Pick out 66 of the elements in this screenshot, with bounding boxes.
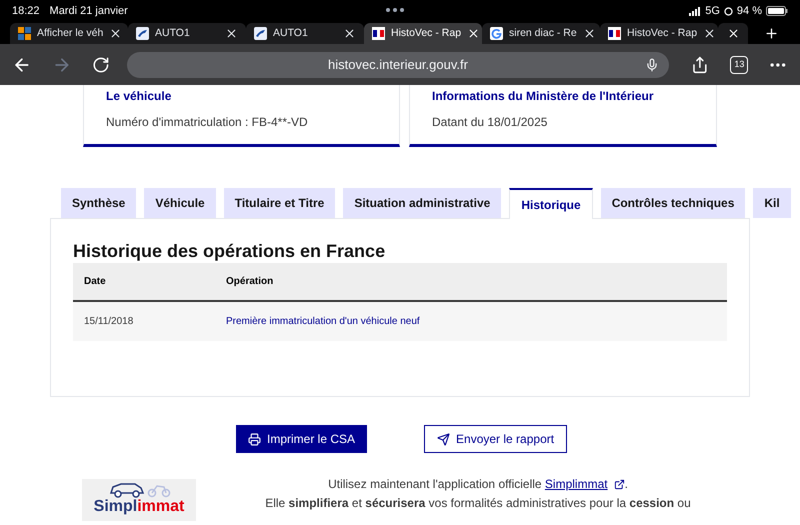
- tab[interactable]: Véhicule: [144, 188, 216, 218]
- browser-tab[interactable]: siren diac - Re: [482, 23, 600, 44]
- promo-text: Elle simplifiera et sécurisera vos formalités administratives pour la cession ou: [265, 495, 691, 512]
- section-heading: Historique des opérations en France: [73, 240, 386, 263]
- signal-icon: [689, 6, 702, 16]
- browser-tab[interactable]: AUTO1: [128, 23, 246, 44]
- address-field[interactable]: histovec.interieur.gouv.fr: [127, 52, 669, 78]
- swoosh-logo-icon: [254, 27, 267, 40]
- simplimmat-link[interactable]: Simplimmat: [544, 475, 625, 494]
- print-button[interactable]: Imprimer le CSA: [236, 425, 368, 453]
- column-header: Date: [83, 275, 107, 289]
- tab[interactable]: Kil: [753, 188, 791, 218]
- table-cell-text: 15/11/2018: [83, 315, 134, 329]
- external-link-icon: [614, 479, 625, 490]
- close-icon[interactable]: [225, 27, 238, 40]
- stacked-tabs-edge[interactable]: [718, 23, 748, 44]
- browser-tab[interactable]: AUTO1: [246, 23, 364, 44]
- table-cell-text: Première immatriculation d'un véhicule neuf: [226, 315, 420, 329]
- close-icon[interactable]: [582, 27, 596, 40]
- more-dots-icon: [386, 8, 404, 12]
- flag-icon: [608, 27, 621, 40]
- tab[interactable]: Titulaire et Titre: [224, 188, 336, 218]
- network-label: 5G: [705, 4, 720, 19]
- status-time: 18:22: [12, 4, 40, 19]
- logo-text: Simplimmat: [94, 498, 184, 516]
- card-text: Datant du 18/01/2025: [432, 114, 548, 131]
- url-text: histovec.interieur.gouv.fr: [328, 56, 468, 74]
- column-header: Opération: [226, 275, 274, 289]
- lock-rotation-icon: [724, 6, 733, 16]
- card-title: Informations du Ministère de l'Intérieur: [432, 88, 655, 105]
- tab[interactable]: Historique: [509, 188, 593, 219]
- squares-logo-icon: [18, 27, 31, 40]
- status-date: Mardi 21 janvier: [50, 4, 128, 19]
- swoosh-logo-icon: [136, 27, 149, 40]
- tab-title: siren diac - Re: [509, 26, 577, 41]
- battery-percent: 94 %: [736, 4, 762, 19]
- reload-icon[interactable]: [92, 56, 110, 74]
- close-icon[interactable]: [343, 27, 356, 40]
- flag-icon: [372, 27, 385, 40]
- promo-text: Utilisez maintenant l'application officielle Simplimmat .: [328, 475, 628, 494]
- battery-icon: [766, 6, 788, 16]
- share-icon[interactable]: [690, 56, 708, 74]
- tab[interactable]: Situation administrative: [343, 188, 502, 218]
- tab[interactable]: Synthèse: [61, 188, 136, 218]
- printer-icon: [248, 432, 261, 446]
- tab-title: HistoVec - Rap: [627, 26, 698, 41]
- tab-title: AUTO1: [273, 26, 309, 41]
- send-icon: [437, 432, 450, 446]
- g-logo-icon: [490, 27, 503, 40]
- new-tab-icon[interactable]: [764, 26, 779, 41]
- tab-title: Afficher le véh: [37, 26, 104, 41]
- browser-tab[interactable]: HistoVec - Rap: [364, 23, 482, 44]
- microphone-icon[interactable]: [644, 58, 659, 72]
- tab-title: AUTO1: [155, 26, 191, 41]
- tab[interactable]: Contrôles techniques: [600, 188, 746, 218]
- card-text: Numéro d'immatriculation : FB-4**-VD: [106, 114, 309, 131]
- card-title: Le véhicule: [106, 88, 172, 105]
- browser-tab[interactable]: Afficher le véh: [10, 23, 128, 44]
- tab-count-button[interactable]: 13: [730, 56, 748, 74]
- send-button[interactable]: Envoyer le rapport: [424, 425, 568, 453]
- close-icon[interactable]: [703, 27, 716, 40]
- close-icon[interactable]: [109, 27, 122, 40]
- browser-tab[interactable]: HistoVec - Rap: [600, 23, 718, 44]
- close-icon[interactable]: [726, 27, 740, 40]
- close-icon[interactable]: [467, 27, 480, 40]
- tab-title: HistoVec - Rap: [391, 26, 462, 41]
